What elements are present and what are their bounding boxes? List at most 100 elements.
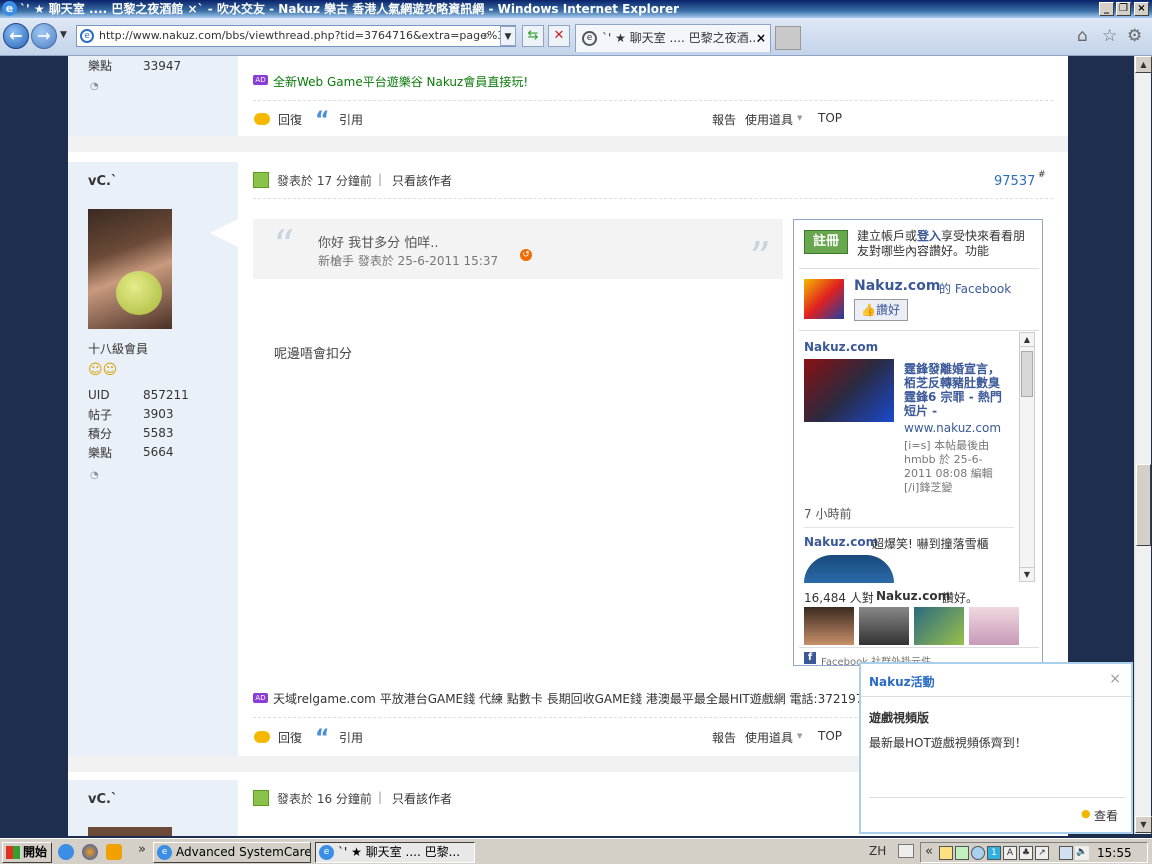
refresh-icon[interactable]: ⇆ <box>522 25 544 47</box>
top-link[interactable]: TOP <box>818 111 842 125</box>
player-quicklaunch-icon[interactable] <box>106 844 122 860</box>
tray-icon[interactable]: ↗ <box>1035 846 1049 860</box>
avatar[interactable] <box>88 827 172 836</box>
keyboard-icon[interactable] <box>898 844 914 858</box>
post-body: 呢邊唔會扣分 <box>274 347 353 362</box>
scroll-up-icon[interactable]: ▲ <box>1020 333 1034 347</box>
tray-icon[interactable] <box>971 846 985 860</box>
chevron-down-icon: ▼ <box>797 732 803 740</box>
feed-thumbnail[interactable] <box>804 359 894 422</box>
reply-link[interactable]: 回復 <box>278 729 302 746</box>
media-quicklaunch-icon[interactable] <box>82 844 98 860</box>
scroll-up-icon[interactable]: ▲ <box>1135 56 1152 73</box>
language-indicator[interactable]: ZH <box>869 844 886 858</box>
forward-button[interactable]: → <box>31 23 57 49</box>
fan-avatar[interactable] <box>859 607 909 645</box>
like-button[interactable]: 👍讚好 <box>854 299 908 321</box>
login-link[interactable]: 登入 <box>917 229 941 243</box>
home-icon[interactable]: ⌂ <box>1077 26 1088 46</box>
use-tool-link[interactable]: 使用道具 <box>745 729 793 746</box>
address-bar[interactable]: e http://www.nakuz.com/bbs/viewthread.ph… <box>76 25 516 47</box>
feed-source[interactable]: Nakuz.com <box>804 340 878 354</box>
tray-icon[interactable] <box>939 846 953 860</box>
taskbar: 開始 » e Advanced SystemCare V4 e `' ★ 聊天室… <box>0 838 1152 864</box>
report-link[interactable]: 報告 <box>712 111 736 128</box>
top-link[interactable]: TOP <box>818 729 842 743</box>
tray-icon[interactable]: ♣ <box>1019 846 1033 860</box>
scroll-thumb[interactable] <box>1021 351 1033 397</box>
close-window-button[interactable]: × <box>1134 2 1149 16</box>
feed-headline-2[interactable]: 超爆笑! 嚇到撞落雪櫃 <box>872 535 989 552</box>
popup-close-icon[interactable]: × <box>1109 671 1121 687</box>
popup-title: Nakuz活動 <box>869 675 935 689</box>
quicklaunch-chevron[interactable]: » <box>138 842 146 857</box>
fb-feed-scrollbar[interactable]: ▲ ▼ <box>1019 332 1035 582</box>
page-icon: e <box>80 29 94 43</box>
fb-page-name[interactable]: Nakuz.com <box>854 278 940 294</box>
history-dropdown-icon[interactable]: ▼ <box>60 30 67 40</box>
window-title: `' ★ 聊天室 .... 巴黎之夜酒館 ×` - 吹水交友 - Nakuz 樂… <box>20 2 680 16</box>
volume-icon[interactable]: 🔈 <box>1075 846 1089 860</box>
page-scrollbar[interactable]: ▲ ▼ <box>1134 56 1152 834</box>
fans-suffix: 讚好。 <box>942 591 979 605</box>
popup-heading[interactable]: 遊戲視頻版 <box>869 709 929 726</box>
divider <box>861 696 1131 697</box>
feed-thumbnail-2[interactable] <box>804 555 894 583</box>
ad-link[interactable]: 天域relgame.com 平放港台GAME錢 代練 點數卡 長期回收GAME錢… <box>273 690 879 707</box>
stop-icon[interactable]: ✕ <box>548 25 570 47</box>
post-sidebar: vC.` 十八級會員 ☺☺ UID 857211 帖子 3903 積分 5583… <box>68 162 238 772</box>
jump-to-post-icon[interactable]: ↺ <box>520 249 532 261</box>
username[interactable]: vC.` <box>88 792 117 807</box>
gear-icon[interactable]: ⚙ <box>1127 26 1142 46</box>
avatar[interactable] <box>88 209 172 329</box>
divider <box>869 797 1125 798</box>
stat-label-posts: 帖子 <box>88 408 113 422</box>
tray-chevron[interactable]: « <box>925 844 933 859</box>
scroll-down-icon[interactable]: ▼ <box>1135 816 1152 833</box>
scroll-thumb[interactable] <box>1136 464 1151 546</box>
username[interactable]: vC.` <box>88 174 117 189</box>
start-button[interactable]: 開始 <box>2 842 52 863</box>
fan-avatar[interactable] <box>969 607 1019 645</box>
stat-value-posts: 3903 <box>143 407 174 421</box>
taskbar-app-asc[interactable]: e Advanced SystemCare V4 <box>153 842 311 863</box>
fan-avatar[interactable] <box>914 607 964 645</box>
taskbar-app-ie[interactable]: e `' ★ 聊天室 .... 巴黎... <box>315 842 475 863</box>
fans-page[interactable]: Nakuz.com <box>876 589 950 603</box>
feed-link[interactable]: www.nakuz.com <box>904 421 1001 435</box>
feed-source-2[interactable]: Nakuz.com <box>804 535 878 549</box>
back-button[interactable]: ← <box>3 23 29 49</box>
ad-link[interactable]: 全新Web Game平台遊樂谷 Nakuz會員直接玩! <box>273 73 528 90</box>
quote-link[interactable]: 引用 <box>339 111 363 128</box>
apple-image <box>116 271 162 315</box>
feed-headline[interactable]: 霆鋒發離婚宣言，栢芝反轉豬肚數臭霆鋒6 宗罪 - 熱門短片 - <box>904 362 1002 418</box>
favorites-star-icon[interactable]: ☆ <box>1102 26 1117 46</box>
feed-time: 7 小時前 <box>804 507 852 521</box>
tray-icon[interactable]: A <box>1003 846 1017 860</box>
floor-number[interactable]: 97537 <box>994 174 1035 189</box>
network-icon[interactable] <box>1059 846 1073 860</box>
browser-tab[interactable]: e `' ★ 聊天室 .... 巴黎之夜酒... × <box>575 24 771 52</box>
close-quote-icon: ” <box>749 233 771 282</box>
restore-button[interactable]: ❐ <box>1116 2 1131 16</box>
use-tool-link[interactable]: 使用道具 <box>745 111 793 128</box>
register-button[interactable]: 註冊 <box>804 230 848 254</box>
tray-icon[interactable]: 1 <box>987 846 1001 860</box>
facebook-icon: f <box>804 652 816 664</box>
scroll-down-icon[interactable]: ▼ <box>1020 567 1034 581</box>
tab-close-icon[interactable]: × <box>756 25 766 51</box>
report-link[interactable]: 報告 <box>712 729 736 746</box>
fan-avatar[interactable] <box>804 607 854 645</box>
only-author-link[interactable]: 只看該作者 <box>392 790 452 807</box>
new-tab-button[interactable] <box>775 26 801 50</box>
address-dropdown-icon[interactable]: ▼ <box>500 26 516 46</box>
reply-link[interactable]: 回復 <box>278 111 302 128</box>
minimize-button[interactable]: _ <box>1099 2 1114 16</box>
view-link[interactable]: 查看 <box>1094 807 1118 824</box>
ie-quicklaunch-icon[interactable] <box>58 844 74 860</box>
tray-icon[interactable] <box>955 846 969 860</box>
quote-link[interactable]: 引用 <box>339 729 363 746</box>
nakuz-logo[interactable] <box>804 279 844 319</box>
only-author-link[interactable]: 只看該作者 <box>392 172 452 189</box>
search-icon[interactable]: ⌕ <box>483 28 490 43</box>
